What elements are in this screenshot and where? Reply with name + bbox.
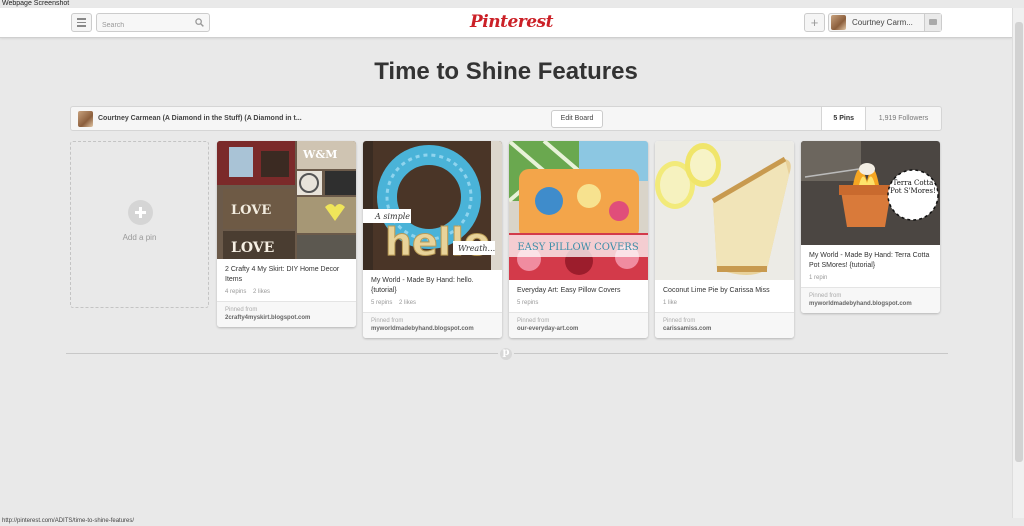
repins-count: 1 repin	[809, 275, 828, 281]
status-bar-url: http://pinterest.com/ADITS/time-to-shine…	[2, 518, 135, 524]
pin-image-collage: W&M LOVE LOVE	[217, 141, 356, 259]
pin-image-pie	[655, 141, 794, 280]
pin-description[interactable]: 2 Crafty 4 My Skirt: DIY Home Decor Item…	[217, 259, 356, 287]
pin-source: Pinned from 2crafty4myskirt.blogspot.com	[217, 301, 356, 327]
pinned-from-label: Pinned from	[517, 318, 550, 324]
pins-count-tab[interactable]: 5 Pins	[821, 107, 865, 130]
menu-button[interactable]	[71, 13, 92, 32]
pin-source: Pinned from myworldmadebyhand.blogspot.c…	[801, 287, 940, 313]
pin-description[interactable]: Coconut Lime Pie by Carissa Miss	[655, 280, 794, 298]
pinterest-logo[interactable]: Pinterest	[470, 12, 553, 32]
pin-card[interactable]: W&M LOVE LOVE 2 Crafty 4 My Skirt: DIY H…	[217, 141, 356, 327]
plus-icon	[128, 200, 153, 225]
pinterest-badge-icon	[498, 346, 514, 362]
image-text: LOVE	[231, 240, 274, 256]
pin-image[interactable]	[655, 141, 794, 280]
likes-count: 2 likes	[399, 300, 417, 306]
search-input[interactable]	[97, 17, 187, 34]
image-text: Wreath...	[458, 244, 495, 253]
menu-icon-line	[77, 25, 86, 27]
followers-count-tab[interactable]: 1,919 Followers	[865, 107, 941, 130]
menu-icon-line	[77, 18, 86, 20]
vertical-scrollbar[interactable]	[1012, 8, 1024, 518]
image-text: W&M	[302, 148, 337, 161]
page-title: Time to Shine Features	[374, 58, 638, 85]
source-link[interactable]: carissamiss.com	[663, 326, 786, 332]
source-link[interactable]: our-everyday-art.com	[517, 326, 640, 332]
board-stats: 5 Pins 1,919 Followers	[821, 107, 941, 130]
pinned-from-label: Pinned from	[225, 307, 258, 313]
pin-image-smores: Terra Cotta Pot S'Mores!	[801, 141, 940, 245]
pin-card[interactable]: A simple hello Wreath... My World - Made…	[363, 141, 502, 338]
pin-stats: 1 repin	[801, 273, 940, 287]
pin-description[interactable]: Everyday Art: Easy Pillow Covers	[509, 280, 648, 298]
add-pin-label: Add a pin	[122, 233, 157, 242]
pin-image[interactable]: A simple hello Wreath...	[363, 141, 502, 270]
source-link[interactable]: myworldmadebyhand.blogspot.com	[371, 326, 494, 332]
user-menu-button[interactable]: Courtney Carm...	[828, 13, 942, 32]
board-info-bar: Courtney Carmean (A Diamond in the Stuff…	[70, 106, 942, 131]
pin-image[interactable]: W&M LOVE LOVE	[217, 141, 356, 259]
repins-count: 4 repins	[225, 289, 247, 295]
scrollbar-thumb[interactable]	[1015, 22, 1023, 462]
image-text: EASY PILLOW COVERS	[517, 242, 638, 253]
pin-image-pillows: EASY PILLOW COVERS	[509, 141, 648, 280]
pin-stats: 5 repins	[509, 298, 648, 312]
pin-source: Pinned from our-everyday-art.com	[509, 312, 648, 338]
notifications-icon[interactable]	[924, 14, 941, 31]
pin-card[interactable]: EASY PILLOW COVERS Everyday Art: Easy Pi…	[509, 141, 648, 338]
top-navigation-bar: Pinterest + Courtney Carm...	[0, 8, 1012, 38]
pin-description[interactable]: My World - Made By Hand: hello. {tutoria…	[363, 270, 502, 298]
pin-card[interactable]: Coconut Lime Pie by Carissa Miss 1 like …	[655, 141, 794, 338]
pin-stats: 5 repins 2 likes	[363, 298, 502, 312]
pin-source: Pinned from myworldmadebyhand.blogspot.c…	[363, 312, 502, 338]
user-name: Courtney Carm...	[852, 18, 913, 27]
user-avatar	[831, 15, 846, 30]
edit-board-button[interactable]: Edit Board	[551, 110, 603, 128]
likes-count: 1 like	[663, 300, 678, 306]
pin-image-wreath: A simple hello Wreath...	[363, 141, 502, 270]
pin-stats: 1 like	[655, 298, 794, 312]
pin-description[interactable]: My World - Made By Hand: Terra Cotta Pot…	[801, 245, 940, 273]
pinned-from-label: Pinned from	[809, 293, 842, 299]
pin-stats: 4 repins 2 likes	[217, 287, 356, 301]
pinned-from-label: Pinned from	[371, 318, 404, 324]
source-link[interactable]: myworldmadebyhand.blogspot.com	[809, 301, 932, 307]
owner-avatar[interactable]	[78, 111, 93, 127]
pin-card[interactable]: Terra Cotta Pot S'Mores! My World - Made…	[801, 141, 940, 313]
pin-image[interactable]: EASY PILLOW COVERS	[509, 141, 648, 280]
image-text: Terra Cotta Pot S'Mores!	[890, 179, 936, 195]
board-owner-link[interactable]: Courtney Carmean (A Diamond in the Stuff…	[98, 115, 302, 122]
likes-count: 2 likes	[253, 289, 271, 295]
screenshot-caption: Webpage Screenshot	[2, 0, 70, 7]
repins-count: 5 repins	[371, 300, 393, 306]
repins-count: 5 repins	[517, 300, 539, 306]
pinned-from-label: Pinned from	[663, 318, 696, 324]
add-pin-placeholder[interactable]: Add a pin	[70, 141, 209, 308]
pin-image[interactable]: Terra Cotta Pot S'Mores!	[801, 141, 940, 245]
search-box	[96, 13, 210, 34]
search-icon[interactable]	[195, 18, 204, 27]
source-link[interactable]: 2crafty4myskirt.blogspot.com	[225, 315, 348, 321]
pin-source: Pinned from carissamiss.com	[655, 312, 794, 338]
add-button[interactable]: +	[804, 13, 825, 32]
image-text: LOVE	[231, 203, 271, 218]
menu-icon-line	[77, 21, 86, 24]
